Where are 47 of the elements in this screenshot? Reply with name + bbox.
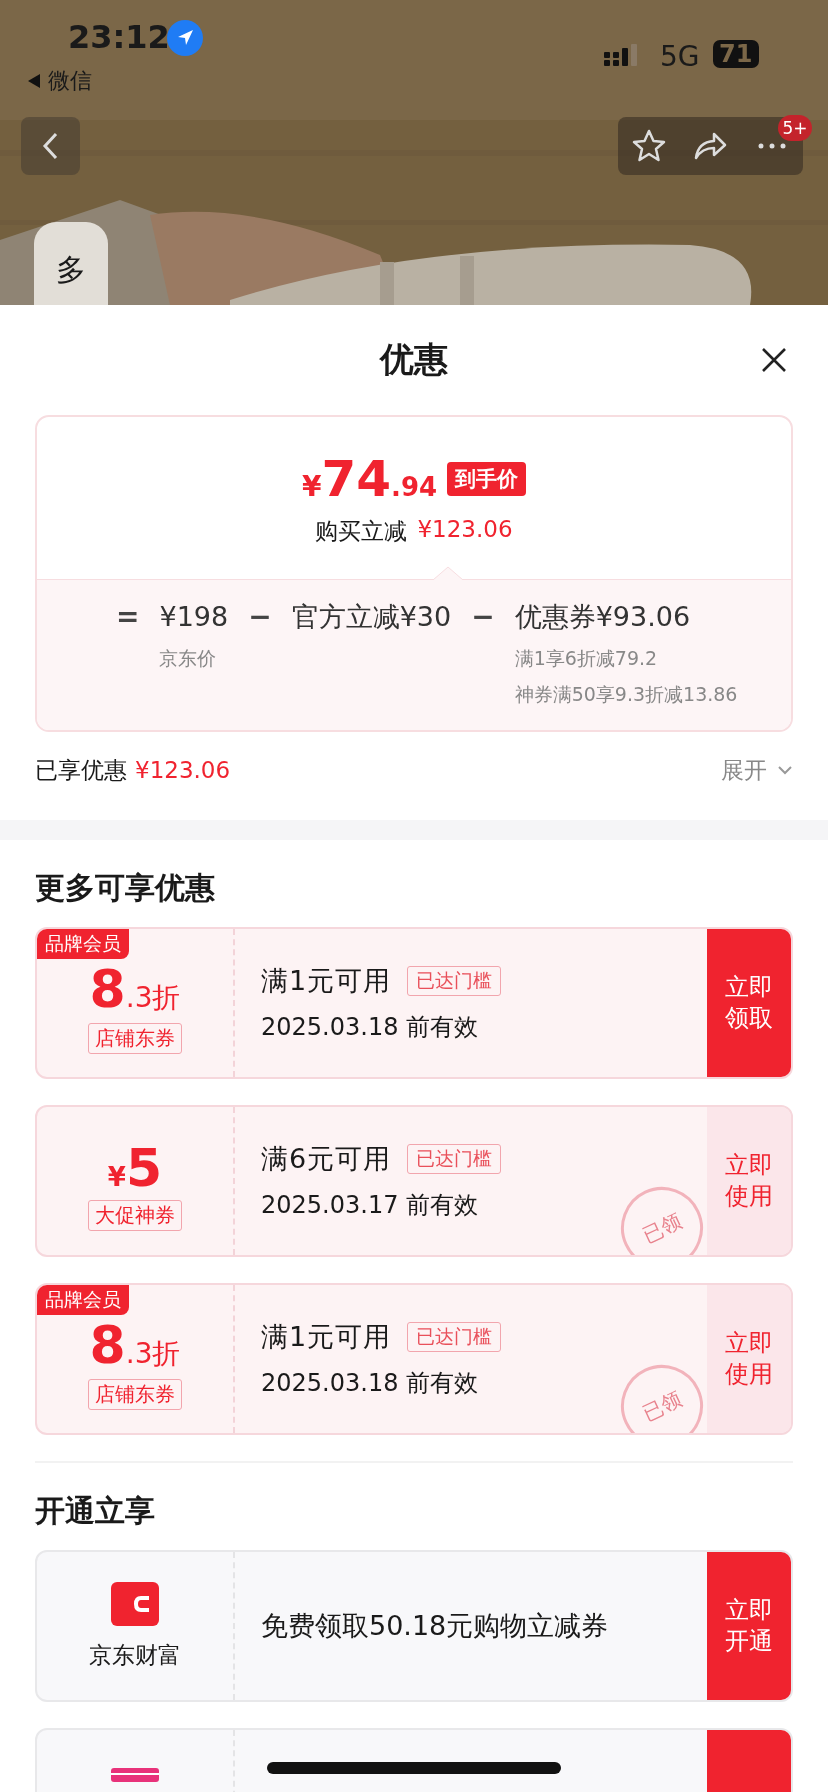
threshold-tag: 已达门槛 bbox=[407, 1144, 502, 1174]
formula-note: 满1享6折减79.2 bbox=[514, 646, 659, 671]
enjoyed-label: 已享优惠 bbox=[35, 755, 127, 785]
coupon-type-tag: 店铺东券 bbox=[88, 1378, 182, 1410]
coupon-validity: 2025.03.17 前有效 bbox=[261, 1190, 480, 1221]
formula-operator: − bbox=[248, 599, 272, 635]
offer-brand: 京东财富 bbox=[89, 1640, 181, 1670]
formula-note: 神券满50享9.3折减13.86 bbox=[514, 682, 738, 707]
threshold-tag: 已达门槛 bbox=[407, 1322, 502, 1352]
saving-amount: ¥123.06 bbox=[417, 515, 513, 544]
final-price: ¥74.94 bbox=[301, 449, 438, 508]
color-tab[interactable]: 多 bbox=[34, 222, 108, 305]
discount-amount: 8.3折 bbox=[89, 1318, 181, 1373]
member-tag: 品牌会员 bbox=[37, 929, 129, 959]
formula-term: 优惠券¥93.06 bbox=[514, 600, 692, 634]
formula-operator: − bbox=[471, 599, 495, 635]
coupon-action-button[interactable]: 立即使用 bbox=[707, 1285, 791, 1433]
price-tag: 到手价 bbox=[447, 461, 527, 496]
coupon-action-button[interactable]: 立即使用 bbox=[707, 1107, 791, 1255]
coupon-condition: 满6元可用 bbox=[261, 1142, 392, 1176]
member-tag: 品牌会员 bbox=[37, 1285, 129, 1315]
expand-button[interactable]: 展开 bbox=[721, 754, 793, 786]
status-time: 23:12 bbox=[68, 18, 170, 56]
discount-amount: 8.3折 bbox=[89, 962, 181, 1017]
sheet-title: 优惠 bbox=[380, 338, 448, 381]
network-type: 5G bbox=[660, 40, 700, 73]
section-title: 开通立享 bbox=[35, 1492, 156, 1530]
threshold-tag: 已达门槛 bbox=[407, 966, 502, 996]
offer-action-button[interactable]: 立即开通 bbox=[707, 1552, 791, 1700]
section-title: 更多可享优惠 bbox=[35, 869, 216, 907]
coupon-action-button[interactable]: 立即领取 bbox=[707, 929, 791, 1077]
coupon-validity: 2025.03.18 前有效 bbox=[261, 1368, 480, 1399]
coupon-condition: 满1元可用 bbox=[261, 1320, 392, 1354]
formula-note: 京东价 bbox=[159, 646, 218, 671]
enjoyed-amount: ¥123.06 bbox=[135, 757, 231, 783]
back-to-app-link[interactable]: 微信 bbox=[48, 66, 92, 96]
cash-amount: ¥5 bbox=[107, 1141, 163, 1194]
coupon-type-tag: 店铺东券 bbox=[88, 1022, 182, 1054]
battery-level: 71 bbox=[713, 40, 759, 68]
saving-label: 购买立减 bbox=[315, 516, 408, 546]
formula-operator: = bbox=[116, 599, 140, 635]
coupon-condition: 满1元可用 bbox=[261, 964, 392, 998]
formula-term: ¥198 bbox=[159, 600, 229, 634]
coupon-validity: 2025.03.18 前有效 bbox=[261, 1012, 480, 1043]
coupon-type-tag: 大促神券 bbox=[88, 1199, 182, 1231]
formula-term: 官方立减¥30 bbox=[291, 600, 452, 634]
offer-text: 免费领取50.18元购物立减券 bbox=[261, 1609, 610, 1643]
